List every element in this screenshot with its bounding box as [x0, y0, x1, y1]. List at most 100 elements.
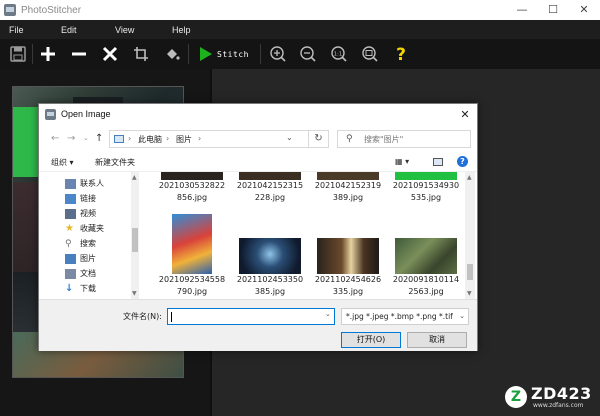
file-thumbnail — [395, 172, 457, 180]
crop-icon[interactable] — [131, 43, 151, 65]
svg-text:?: ? — [396, 45, 406, 63]
help-icon[interactable]: ? — [391, 43, 411, 65]
recent-locations-button[interactable]: ⌄ — [83, 134, 89, 142]
nav-item-documents[interactable]: 文档 — [65, 266, 96, 281]
address-dropdown-icon[interactable]: ⌄ — [286, 133, 293, 142]
nav-item-pictures[interactable]: 图片 — [65, 251, 96, 266]
close-window-button[interactable]: ✕ — [568, 0, 600, 20]
pictures-icon — [65, 253, 76, 264]
address-bar[interactable]: › 此电脑 › 图片 › ⌄ — [109, 130, 309, 148]
link-icon — [65, 193, 76, 204]
nav-item-videos[interactable]: 视频 — [65, 206, 96, 221]
menu-file[interactable]: File — [9, 25, 24, 35]
stitch-icon — [200, 47, 213, 61]
file-name: 2020091810114 2563.jpg — [392, 275, 460, 296]
scrollbar-thumb[interactable] — [467, 264, 473, 280]
svg-text:1:1: 1:1 — [334, 52, 343, 58]
watermark-badge: Z — [505, 386, 527, 408]
watermark-logo: Z ZD423 www.zdfans.com — [505, 384, 597, 412]
file-thumbnail — [395, 238, 457, 274]
contacts-icon — [65, 178, 76, 189]
preview-pane-icon[interactable] — [433, 158, 443, 166]
file-item[interactable]: 2021030532822 856.jpg — [155, 172, 229, 204]
forward-button[interactable]: → — [67, 133, 75, 144]
command-bar: 组织 ▾ 新建文件夹 ▦ ▾ ? — [39, 152, 477, 172]
search-placeholder: 搜索"图片" — [364, 135, 404, 144]
file-item[interactable]: 2021102454626 335.jpg — [311, 214, 385, 298]
nav-item-contacts[interactable]: 联系人 — [65, 176, 104, 191]
file-name: 2021102453350 385.jpg — [236, 275, 304, 296]
fill-icon[interactable] — [162, 43, 182, 65]
breadcrumb-this-pc[interactable]: 此电脑 — [138, 134, 162, 145]
back-button[interactable]: ← — [51, 133, 59, 144]
dialog-title: Open Image — [61, 109, 111, 119]
download-icon: ↓ — [65, 282, 74, 294]
zoom-in-icon[interactable] — [268, 43, 288, 65]
file-name: 2021091534930 535.jpg — [392, 181, 460, 202]
open-image-dialog: Open Image ✕ ← → ⌄ ↑ › 此电脑 › 图片 › ⌄ ↻ ⚲ … — [38, 103, 478, 351]
file-thumbnail — [317, 172, 379, 180]
stitch-button[interactable]: Stitch — [195, 43, 253, 65]
file-item[interactable]: 2021042152319 389.jpg — [311, 172, 385, 204]
file-name: 2021030532822 856.jpg — [158, 181, 226, 202]
scrollbar-thumb[interactable] — [132, 228, 138, 252]
nav-item-favorites[interactable]: ★ 收藏夹 — [65, 221, 104, 236]
up-button[interactable]: ↑ — [95, 133, 103, 144]
filename-input[interactable] — [167, 308, 335, 325]
breadcrumb-pictures[interactable]: 图片 — [176, 134, 192, 145]
organize-button[interactable]: 组织 ▾ — [51, 157, 74, 168]
menu-bar: File Edit View Help — [0, 20, 600, 39]
filetype-select[interactable]: *.jpg *.jpeg *.bmp *.png *.tif ⌄ — [341, 308, 469, 325]
minimize-button[interactable]: — — [506, 0, 538, 20]
file-thumbnail — [239, 172, 301, 180]
filename-dropdown-icon[interactable]: ⌄ — [325, 310, 331, 318]
watermark-url: www.zdfans.com — [533, 402, 584, 409]
save-icon[interactable] — [8, 43, 28, 65]
file-thumbnail — [239, 238, 301, 274]
zoom-out-icon[interactable] — [298, 43, 318, 65]
new-folder-button[interactable]: 新建文件夹 — [95, 157, 135, 168]
file-name: 2021042152319 389.jpg — [314, 181, 382, 202]
file-item[interactable]: 2021091534930 535.jpg — [389, 172, 463, 204]
dialog-app-icon — [45, 109, 56, 120]
menu-edit[interactable]: Edit — [61, 25, 77, 35]
add-icon[interactable] — [38, 43, 58, 65]
nav-item-searches[interactable]: ⚲ 搜索 — [65, 236, 96, 251]
nav-item-links[interactable]: 链接 — [65, 191, 96, 206]
menu-help[interactable]: Help — [172, 25, 191, 35]
maximize-button[interactable]: ☐ — [537, 0, 569, 20]
navigation-scrollbar[interactable]: ▲ ▼ — [131, 172, 139, 299]
cancel-button[interactable]: 取消 — [407, 332, 467, 348]
star-icon: ★ — [65, 222, 74, 234]
file-item[interactable]: 2021102453350 385.jpg — [233, 214, 307, 298]
file-thumbnail — [161, 172, 223, 180]
fit-icon[interactable] — [360, 43, 380, 65]
app-title: PhotoStitcher — [21, 4, 82, 16]
help-icon[interactable]: ? — [457, 156, 468, 167]
file-thumbnail — [317, 238, 379, 274]
filename-label: 文件名(N): — [123, 312, 162, 321]
remove-icon[interactable] — [69, 43, 89, 65]
dialog-titlebar: Open Image ✕ — [39, 104, 477, 126]
watermark-text: ZD423 — [531, 384, 592, 403]
file-name: 2021102454626 335.jpg — [314, 275, 382, 296]
file-list-scrollbar[interactable]: ▲ ▼ — [465, 172, 475, 299]
app-icon — [4, 4, 16, 16]
change-view-button[interactable]: ▦ ▾ — [395, 157, 409, 166]
open-button[interactable]: 打开(O) — [341, 332, 401, 348]
clear-icon[interactable] — [100, 43, 120, 65]
dialog-close-button[interactable]: ✕ — [457, 107, 473, 123]
address-row: ← → ⌄ ↑ › 此电脑 › 图片 › ⌄ ↻ ⚲ 搜索"图片" — [39, 126, 477, 152]
dialog-footer: 文件名(N): ⌄ *.jpg *.jpeg *.bmp *.png *.tif… — [39, 299, 477, 351]
computer-icon — [114, 135, 124, 143]
chevron-down-icon: ⌄ — [459, 312, 465, 320]
search-input[interactable]: ⚲ 搜索"图片" — [337, 130, 471, 148]
file-item[interactable]: 2020091810114 2563.jpg — [389, 214, 463, 298]
refresh-button[interactable]: ↻ — [309, 130, 329, 148]
file-item[interactable]: 2021092534558 790.jpg — [155, 214, 229, 298]
search-icon: ⚲ — [65, 238, 72, 249]
menu-view[interactable]: View — [115, 25, 134, 35]
nav-item-downloads[interactable]: ↓ 下载 — [65, 281, 96, 296]
file-item[interactable]: 2021042152315 228.jpg — [233, 172, 307, 204]
actual-size-icon[interactable]: 1:1 — [329, 43, 349, 65]
